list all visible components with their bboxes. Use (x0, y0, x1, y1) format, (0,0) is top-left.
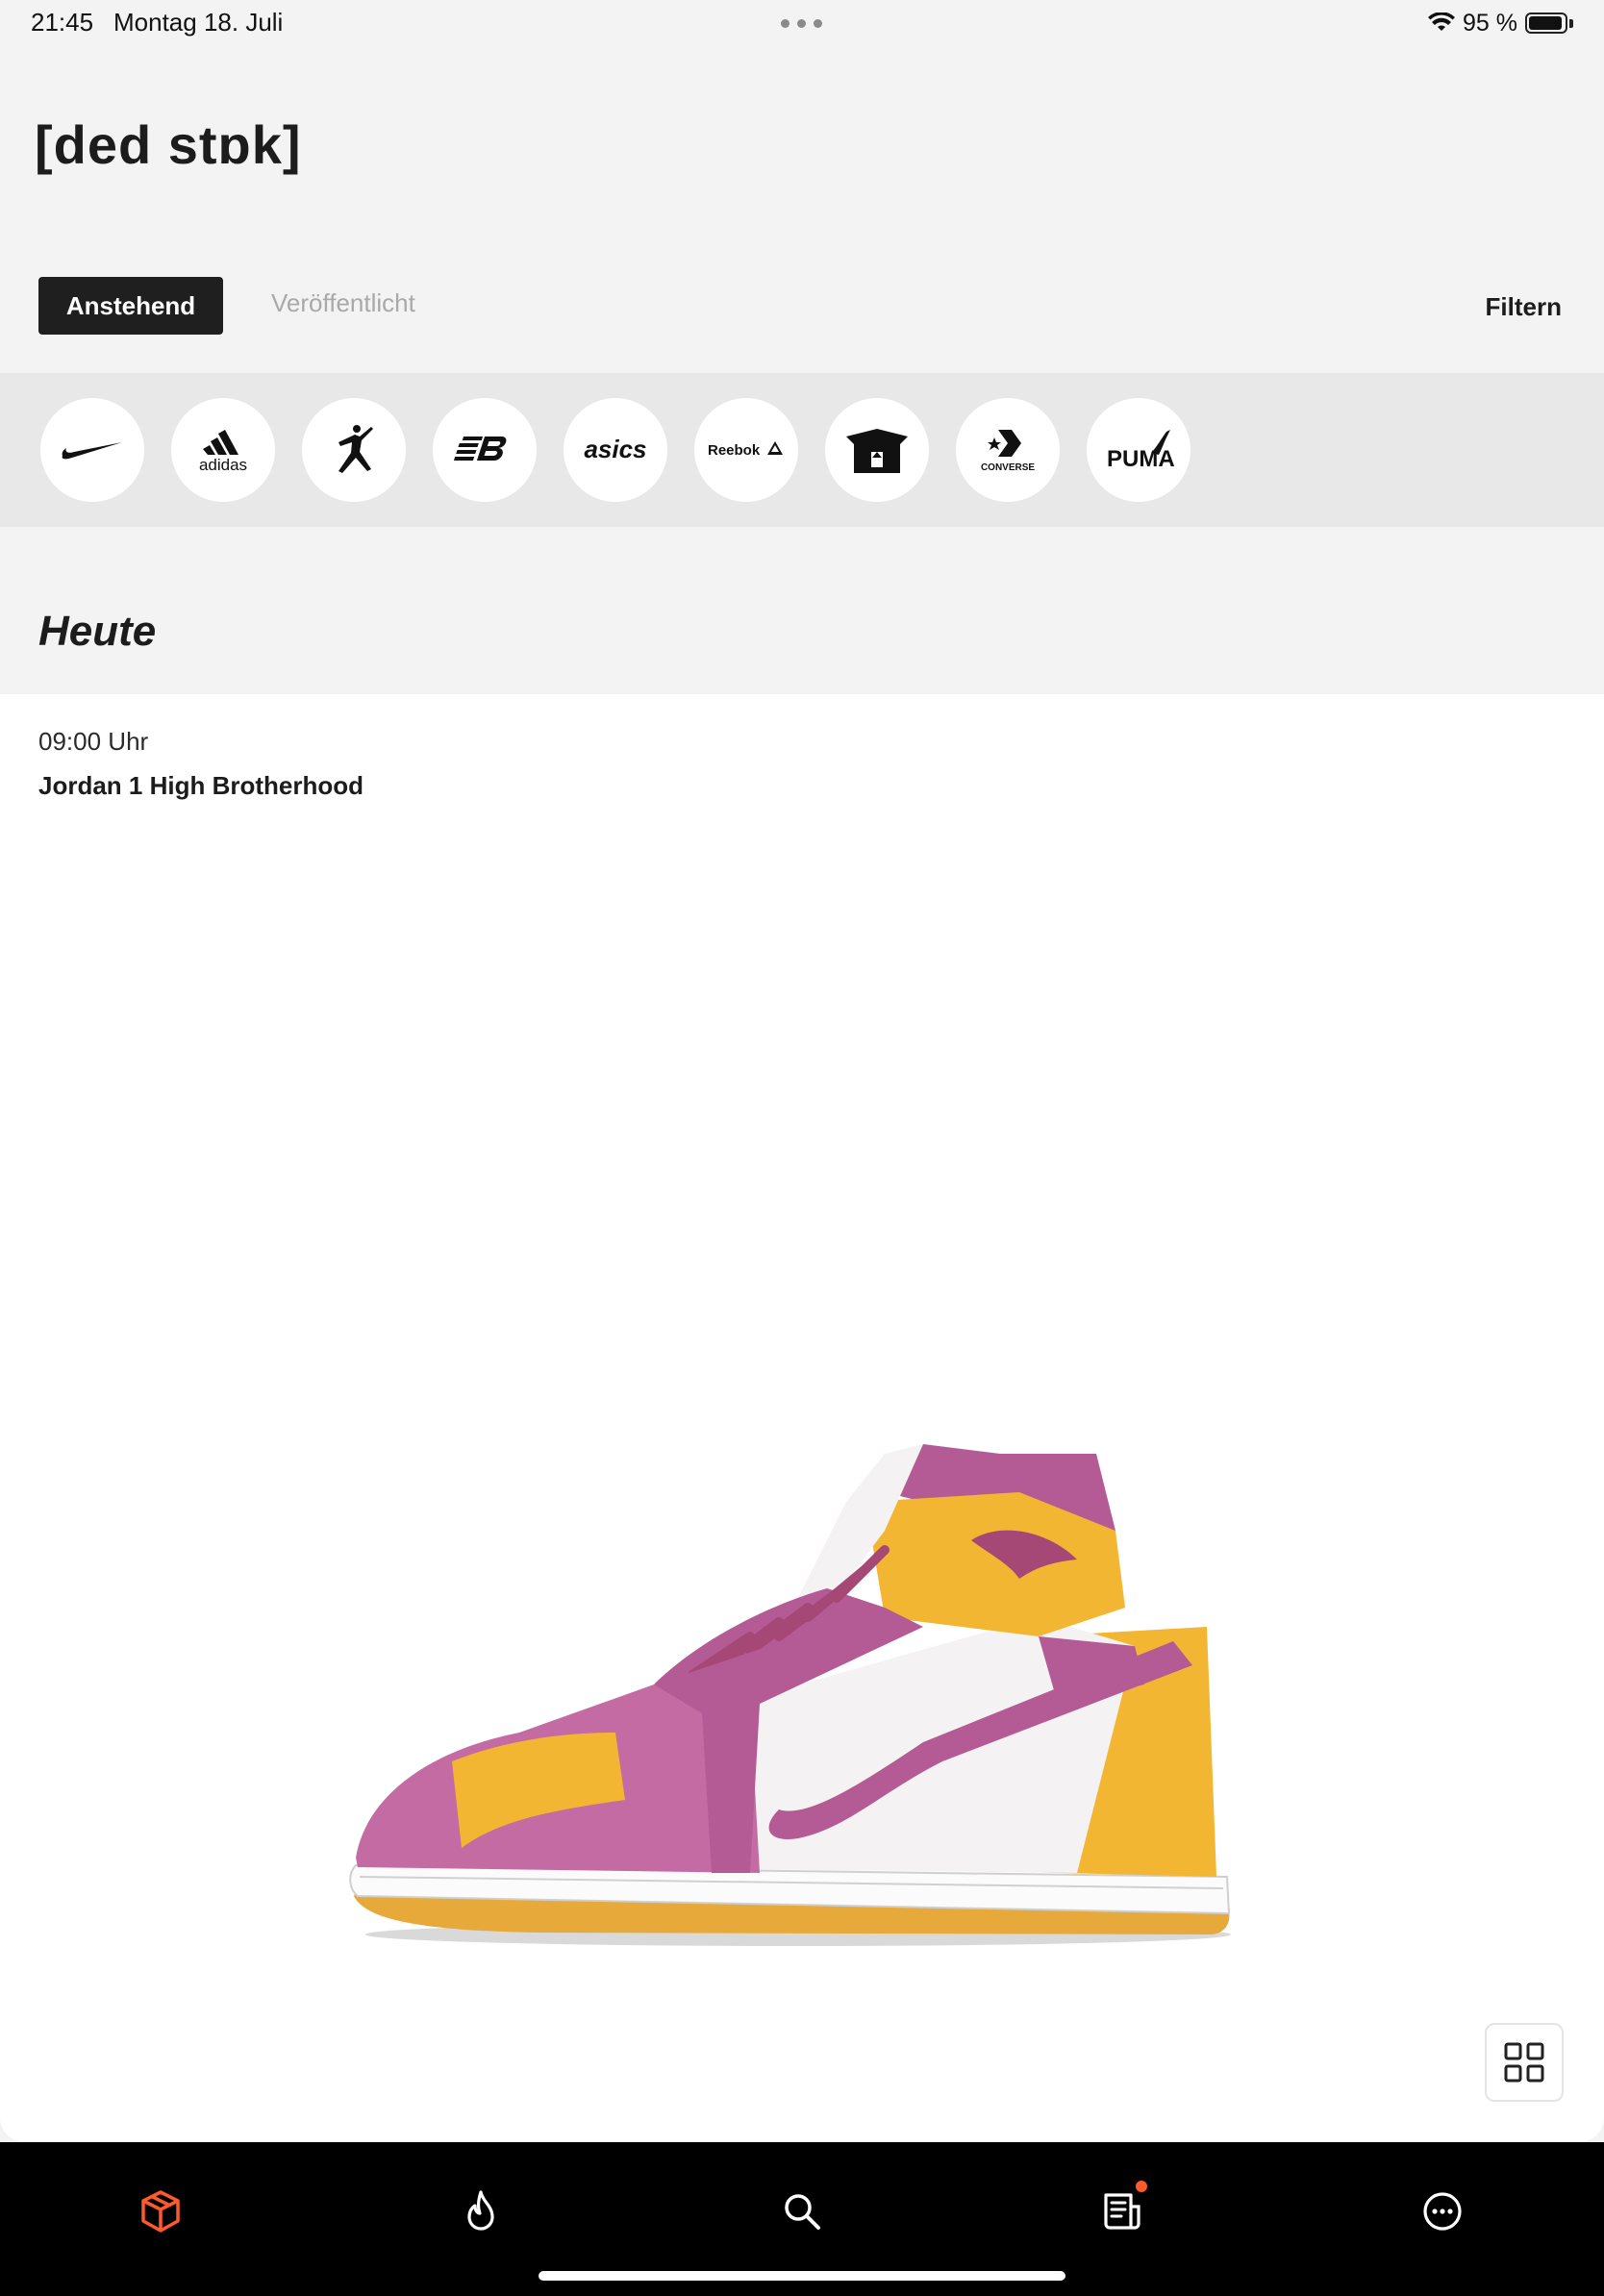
reebok-logo-icon: Reebok (708, 441, 783, 459)
grid-view-button[interactable] (1485, 2023, 1564, 2102)
bottom-tab-bar (0, 2142, 1604, 2296)
battery-percentage: 95 % (1463, 9, 1517, 37)
box-icon (846, 429, 908, 473)
tab-search[interactable] (775, 2184, 829, 2238)
brand-asics-button[interactable]: asics (564, 398, 667, 502)
section-title: Heute (38, 608, 157, 655)
tab-more[interactable] (1416, 2184, 1469, 2238)
jumpman-icon (338, 425, 373, 473)
tab-upcoming[interactable]: Anstehend (38, 277, 223, 335)
tab-released[interactable]: Veröffentlicht (271, 288, 415, 318)
status-time: 21:45 (31, 8, 94, 37)
brand-adidas-button[interactable]: adidas (171, 398, 275, 502)
new-balance-logo-icon (454, 437, 507, 461)
reebok-logo-text: Reebok (708, 442, 761, 459)
status-date: Montag 18. Juli (113, 8, 284, 37)
brand-new-balance-button[interactable] (433, 398, 537, 502)
brand-reebok-button[interactable]: Reebok (694, 398, 798, 502)
app-title: [ded stɒk] (35, 114, 302, 175)
brand-jordan-button[interactable] (302, 398, 406, 502)
asics-logo-text: asics (584, 435, 646, 463)
cube-icon (141, 2190, 180, 2233)
flame-icon (467, 2190, 494, 2231)
notification-badge (1136, 2181, 1147, 2192)
brand-converse-button[interactable]: CONVERSE (956, 398, 1060, 502)
grid-icon (1504, 2042, 1544, 2083)
battery-icon (1525, 12, 1575, 35)
status-right: 95 % (1428, 6, 1575, 40)
brand-filter-strip: adidas asics Reebok CONVERSE PUMA (0, 373, 1604, 527)
puma-logo-text: PUMA (1107, 446, 1174, 472)
sneaker-image[interactable] (346, 1396, 1250, 1973)
home-indicator (539, 2271, 1065, 2281)
brand-nike-button[interactable] (40, 398, 144, 502)
tab-releases[interactable] (134, 2184, 188, 2238)
puma-logo-icon: PUMA (1107, 430, 1174, 472)
more-icon (1423, 2192, 1462, 2231)
brand-box-button[interactable] (825, 398, 929, 502)
release-time: 09:00 Uhr (38, 727, 149, 756)
nike-logo-icon (62, 442, 122, 460)
release-name[interactable]: Jordan 1 High Brotherhood (38, 771, 363, 801)
release-card[interactable]: 09:00 Uhr Jordan 1 High Brotherhood (0, 694, 1604, 2142)
search-icon (785, 2194, 820, 2230)
brand-puma-button[interactable]: PUMA (1087, 398, 1190, 502)
status-bar: 21:45 Montag 18. Juli 95 % (0, 0, 1604, 46)
wifi-icon (1428, 12, 1456, 31)
converse-logo-icon: CONVERSE (981, 430, 1035, 473)
converse-logo-text: CONVERSE (981, 462, 1035, 473)
news-icon (1104, 2193, 1140, 2230)
section-header: Heute (0, 527, 1604, 694)
asics-logo-icon: asics (584, 435, 646, 463)
multitasking-dots-icon[interactable] (781, 19, 823, 29)
adidas-logo-icon: adidas (199, 430, 247, 474)
battery-fill (1529, 16, 1563, 30)
adidas-logo-text: adidas (199, 456, 247, 474)
tab-trending[interactable] (454, 2184, 508, 2238)
filter-button[interactable]: Filtern (1486, 292, 1562, 322)
tab-news[interactable] (1095, 2181, 1149, 2238)
